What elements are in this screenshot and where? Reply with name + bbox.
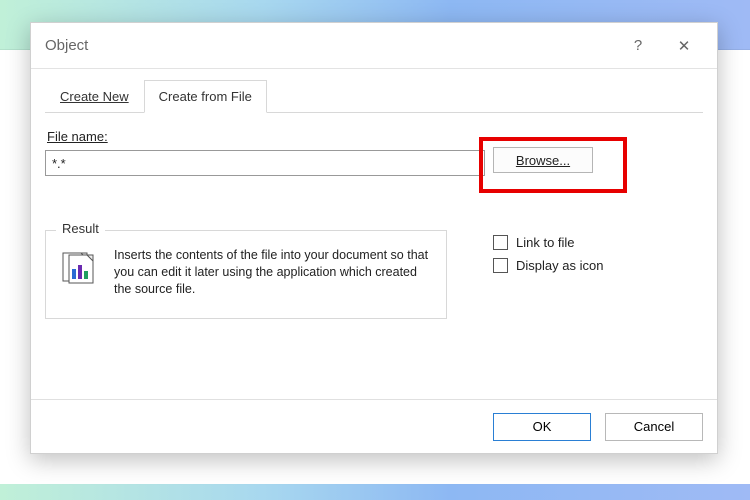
link-to-file-label: Link to file	[516, 235, 575, 250]
browse-button[interactable]: Browse...	[493, 147, 593, 173]
checkbox-icon	[493, 235, 508, 250]
dialog-footer: OK Cancel	[31, 399, 717, 453]
tab-create-from-file[interactable]: Create from File	[144, 80, 267, 113]
result-description: Inserts the contents of the file into yo…	[114, 247, 434, 298]
help-button[interactable]: ?	[615, 30, 661, 62]
tab-create-new[interactable]: Create New	[45, 80, 144, 113]
options-group: Link to file Display as icon	[493, 235, 703, 273]
tab-content: File name: Result	[45, 125, 703, 319]
display-as-icon-option[interactable]: Display as icon	[493, 258, 703, 273]
filename-input[interactable]	[45, 150, 485, 176]
tab-strip: Create New Create from File	[45, 79, 703, 113]
right-column: Browse... Link to file Display as icon	[493, 125, 703, 319]
close-button[interactable]: ✕	[661, 30, 707, 62]
cancel-button[interactable]: Cancel	[605, 413, 703, 441]
ok-button[interactable]: OK	[493, 413, 591, 441]
checkbox-icon	[493, 258, 508, 273]
result-chart-icon	[58, 247, 104, 298]
object-dialog: Object ? ✕ Create New Create from File F…	[30, 22, 718, 454]
link-to-file-option[interactable]: Link to file	[493, 235, 703, 250]
dialog-title: Object	[45, 37, 615, 54]
display-as-icon-label: Display as icon	[516, 258, 603, 273]
dialog-body: Create New Create from File File name: R…	[31, 69, 717, 323]
gradient-background: Object ? ✕ Create New Create from File F…	[0, 0, 750, 500]
left-column: File name: Result	[45, 125, 485, 319]
result-groupbox: Result	[45, 230, 447, 319]
result-legend: Result	[56, 221, 105, 236]
filename-label: File name:	[47, 129, 485, 144]
dialog-titlebar: Object ? ✕	[31, 23, 717, 69]
